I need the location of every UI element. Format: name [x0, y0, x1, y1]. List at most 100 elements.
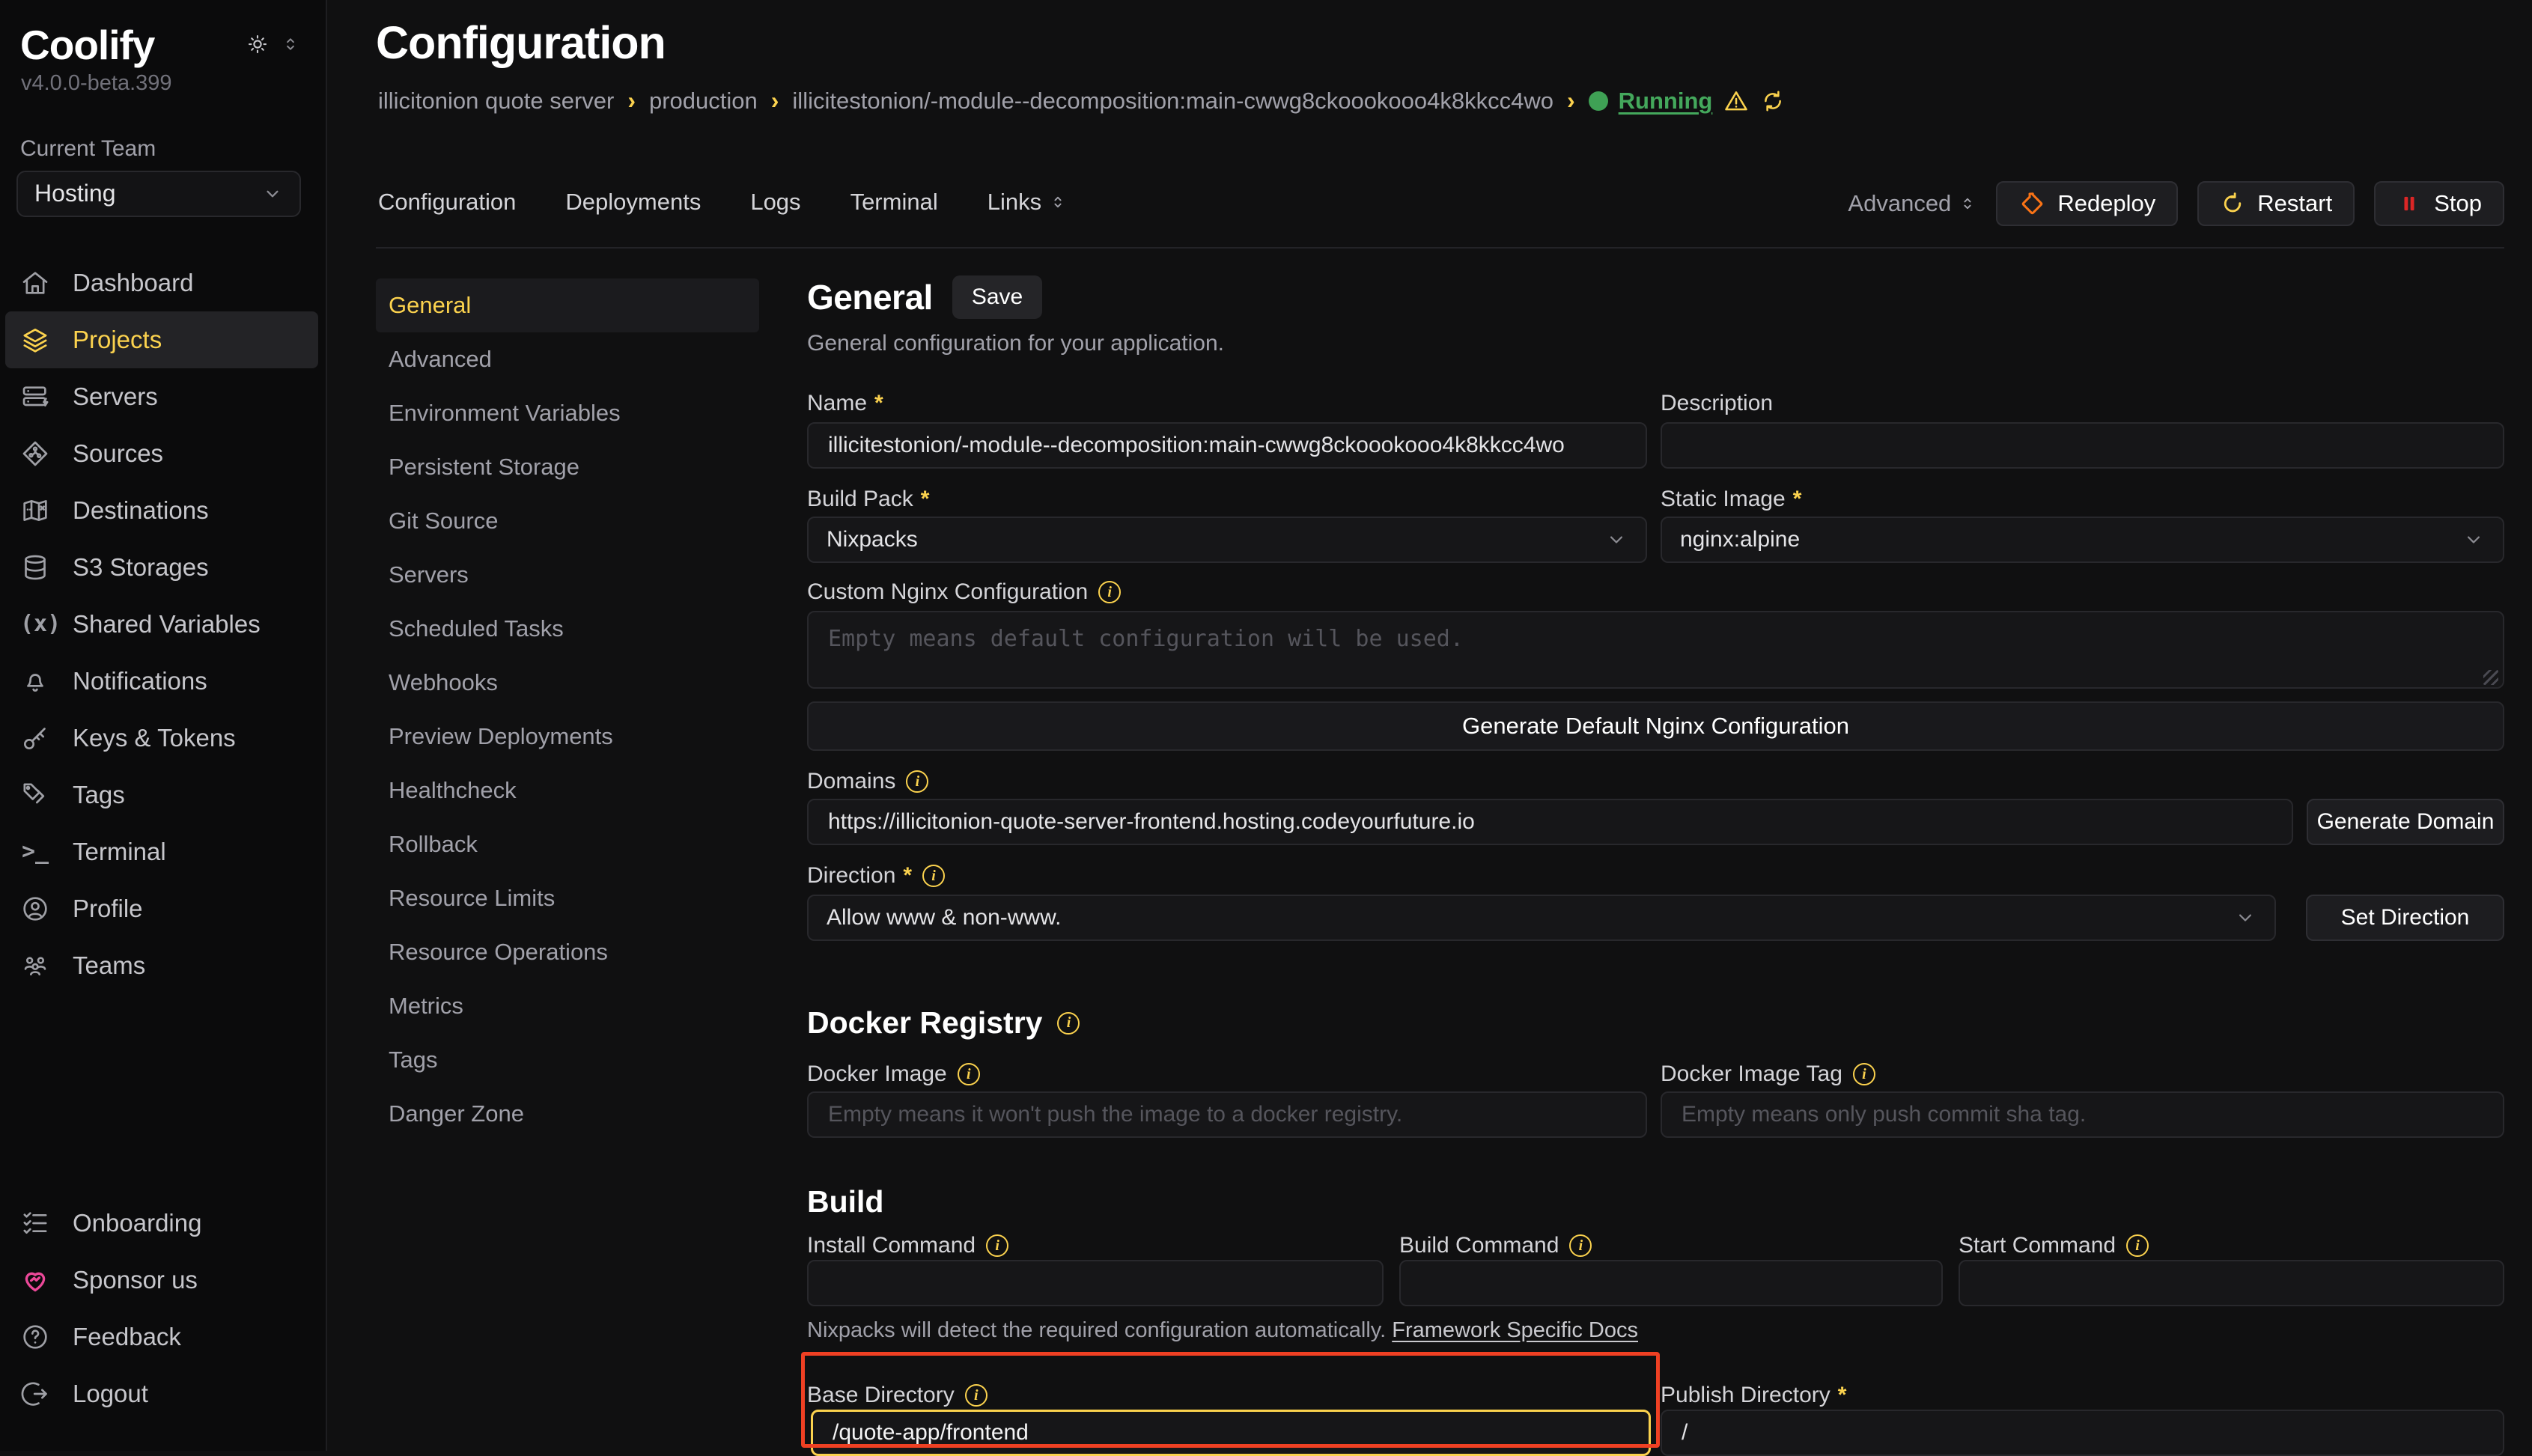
info-icon[interactable]: i — [986, 1234, 1008, 1257]
direction-label: Direction*i — [807, 863, 2504, 889]
name-input[interactable] — [807, 422, 1647, 469]
variable-icon: (x) — [20, 611, 50, 637]
tab-logs[interactable]: Logs — [750, 189, 800, 216]
breadcrumb-project[interactable]: illicitonion quote server — [378, 88, 614, 115]
sidebar-item-s3-storages[interactable]: S3 Storages — [5, 539, 318, 596]
sidebar-item-onboarding[interactable]: Onboarding — [5, 1195, 318, 1252]
sidebar-item-dashboard[interactable]: Dashboard — [5, 255, 318, 311]
set-direction-button[interactable]: Set Direction — [2306, 895, 2504, 941]
sidebar-item-notifications[interactable]: Notifications — [5, 653, 318, 710]
app-logo: Coolify — [20, 22, 154, 68]
install-command-input[interactable] — [807, 1260, 1384, 1306]
subnav-general[interactable]: General — [376, 278, 759, 332]
team-select[interactable]: Hosting — [16, 171, 301, 217]
sidebar-item-tags[interactable]: Tags — [5, 767, 318, 823]
resize-grip[interactable] — [2483, 670, 2498, 685]
base-directory-label: Base Directoryi — [807, 1383, 1647, 1408]
sidebar-nav: Dashboard Projects Servers Sources Desti… — [0, 255, 326, 994]
help-icon — [20, 1322, 50, 1352]
breadcrumb-separator: › — [771, 87, 779, 115]
chevron-down-icon — [2234, 907, 2256, 929]
generate-domain-button[interactable]: Generate Domain — [2307, 799, 2504, 845]
start-command-input[interactable] — [1959, 1260, 2504, 1306]
key-icon — [20, 723, 50, 753]
subnav-scheduled-tasks[interactable]: Scheduled Tasks — [376, 602, 759, 656]
info-icon[interactable]: i — [2126, 1234, 2149, 1257]
sidebar-item-terminal[interactable]: >_ Terminal — [5, 823, 318, 880]
main-content: Configuration illicitonion quote server … — [329, 0, 2532, 1451]
description-label: Description — [1661, 391, 2504, 416]
subnav-environment-variables[interactable]: Environment Variables — [376, 386, 759, 440]
subnav-advanced[interactable]: Advanced — [376, 332, 759, 386]
sidebar-item-logout[interactable]: Logout — [5, 1365, 318, 1422]
sidebar-item-feedback[interactable]: Feedback — [5, 1309, 318, 1365]
chevron-down-icon — [1605, 529, 1628, 551]
tab-configuration[interactable]: Configuration — [378, 189, 516, 216]
heart-icon — [20, 1265, 50, 1295]
docker-image-tag-input[interactable] — [1661, 1091, 2504, 1138]
users-icon — [20, 951, 50, 981]
breadcrumb-separator: › — [627, 87, 636, 115]
tab-deployments[interactable]: Deployments — [565, 189, 701, 216]
subnav-tags[interactable]: Tags — [376, 1033, 759, 1087]
terminal-icon: >_ — [20, 838, 50, 865]
info-icon[interactable]: i — [1569, 1234, 1592, 1257]
info-icon[interactable]: i — [965, 1384, 987, 1407]
subnav-danger-zone[interactable]: Danger Zone — [376, 1087, 759, 1141]
chevron-down-icon — [2462, 529, 2485, 551]
info-icon[interactable]: i — [1057, 1012, 1080, 1035]
publish-directory-input[interactable] — [1661, 1410, 2504, 1456]
section-title-general: General — [807, 277, 933, 317]
subnav-resource-operations[interactable]: Resource Operations — [376, 925, 759, 979]
sidebar-collapse-icon[interactable] — [281, 34, 300, 54]
base-directory-input[interactable] — [811, 1410, 1651, 1456]
sidebar-item-teams[interactable]: Teams — [5, 937, 318, 994]
user-icon — [20, 894, 50, 924]
sidebar-footer: Onboarding Sponsor us Feedback Logout — [0, 1195, 326, 1451]
subnav-git-source[interactable]: Git Source — [376, 494, 759, 548]
settings-subnav: General Advanced Environment Variables P… — [376, 278, 759, 1141]
framework-docs-link[interactable]: Framework Specific Docs — [1392, 1318, 1638, 1342]
static-image-select[interactable]: nginx:alpine — [1661, 517, 2504, 563]
save-button[interactable]: Save — [952, 275, 1042, 319]
subnav-webhooks[interactable]: Webhooks — [376, 656, 759, 710]
sidebar-item-destinations[interactable]: Destinations — [5, 482, 318, 539]
subnav-resource-limits[interactable]: Resource Limits — [376, 871, 759, 925]
name-label: Name* — [807, 391, 1647, 416]
checklist-icon — [20, 1208, 50, 1238]
sidebar-item-servers[interactable]: Servers — [5, 368, 318, 425]
description-input[interactable] — [1661, 422, 2504, 469]
subnav-rollback[interactable]: Rollback — [376, 817, 759, 871]
breadcrumb-environment[interactable]: production — [649, 88, 758, 115]
build-pack-select[interactable]: Nixpacks — [807, 517, 1647, 563]
info-icon[interactable]: i — [906, 770, 928, 793]
subnav-servers[interactable]: Servers — [376, 548, 759, 602]
sidebar-item-projects[interactable]: Projects — [5, 311, 318, 368]
page-title: Configuration — [376, 16, 666, 69]
direction-select[interactable]: Allow www & non-www. — [807, 895, 2276, 941]
theme-sun-icon[interactable] — [246, 33, 269, 55]
subnav-metrics[interactable]: Metrics — [376, 979, 759, 1033]
subnav-healthcheck[interactable]: Healthcheck — [376, 764, 759, 817]
info-icon[interactable]: i — [922, 865, 945, 887]
custom-nginx-textarea[interactable] — [807, 611, 2504, 689]
tags-icon — [20, 780, 50, 810]
info-icon[interactable]: i — [1853, 1063, 1875, 1085]
home-icon — [20, 268, 50, 298]
sidebar-item-sources[interactable]: Sources — [5, 425, 318, 482]
subnav-preview-deployments[interactable]: Preview Deployments — [376, 710, 759, 764]
sidebar-item-profile[interactable]: Profile — [5, 880, 318, 937]
docker-image-tag-label: Docker Image Tagi — [1661, 1061, 2504, 1087]
static-image-label: Static Image* — [1661, 487, 2504, 512]
sidebar-item-keys-tokens[interactable]: Keys & Tokens — [5, 710, 318, 767]
info-icon[interactable]: i — [1098, 581, 1121, 603]
sidebar-item-sponsor[interactable]: Sponsor us — [5, 1252, 318, 1309]
domains-input[interactable] — [807, 799, 2293, 845]
subnav-persistent-storage[interactable]: Persistent Storage — [376, 440, 759, 494]
generate-nginx-button[interactable]: Generate Default Nginx Configuration — [807, 701, 2504, 751]
server-icon — [20, 382, 50, 412]
sidebar-item-shared-variables[interactable]: (x) Shared Variables — [5, 596, 318, 653]
docker-image-input[interactable] — [807, 1091, 1647, 1138]
build-command-input[interactable] — [1399, 1260, 1943, 1306]
info-icon[interactable]: i — [958, 1063, 980, 1085]
